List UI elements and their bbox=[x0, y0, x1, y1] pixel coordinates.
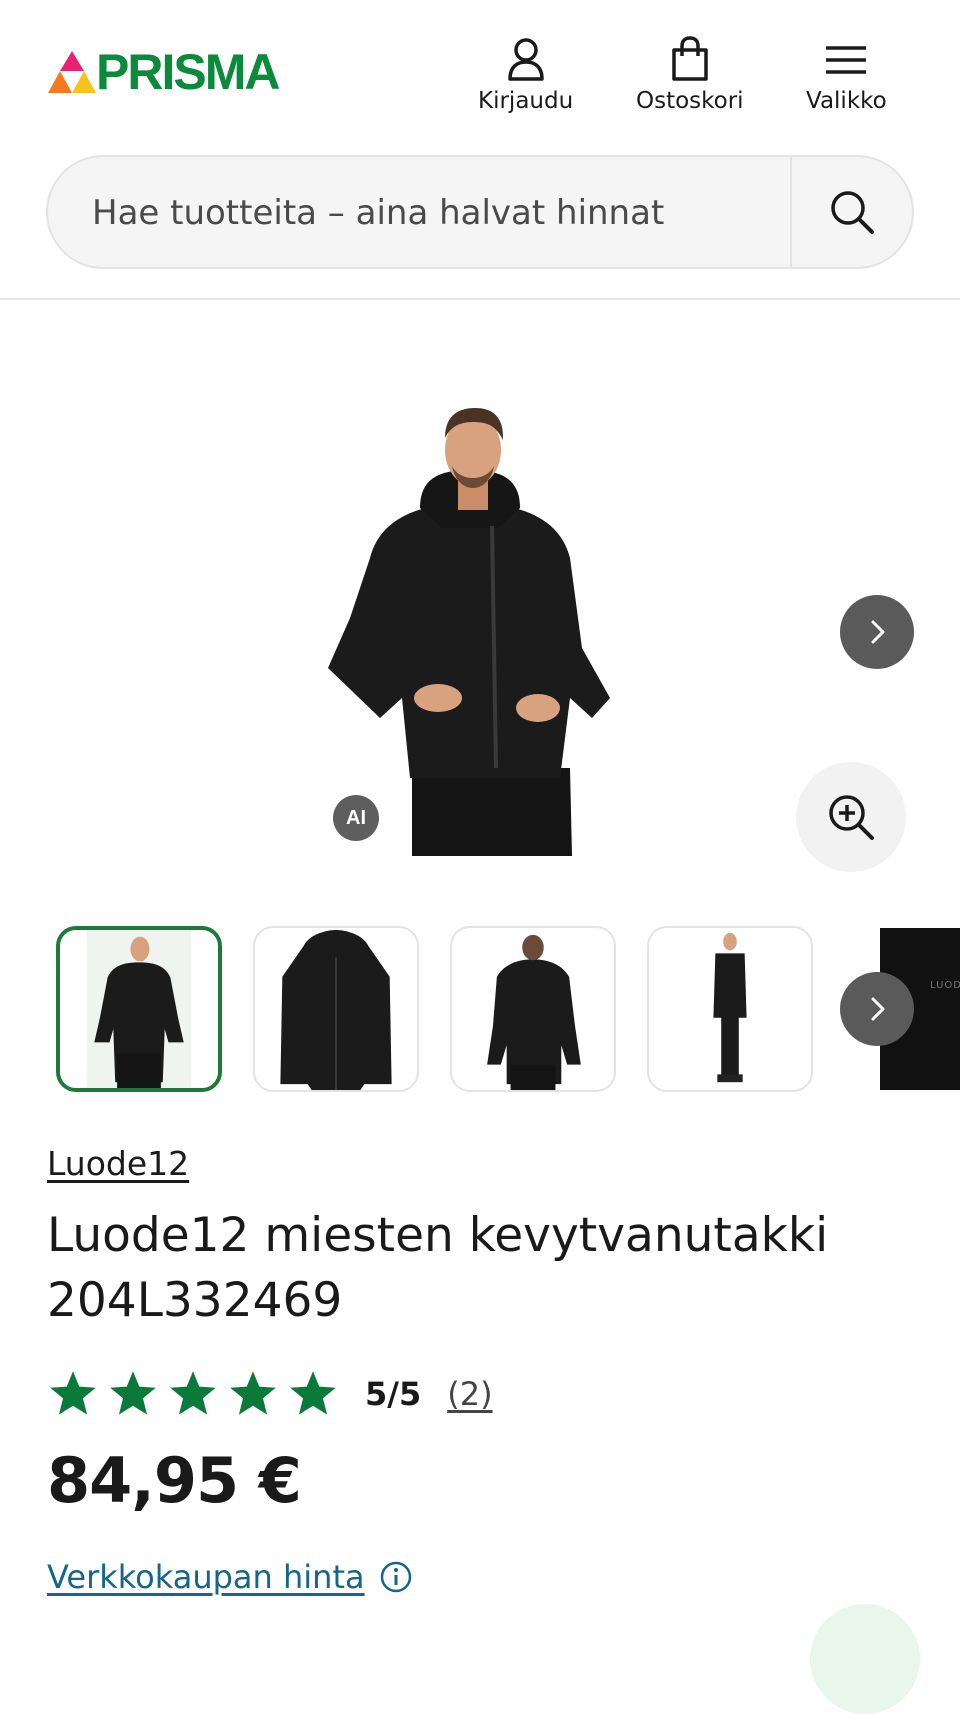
rating-score: 5/5 bbox=[365, 1375, 422, 1413]
info-icon[interactable] bbox=[379, 1560, 413, 1594]
product-price: 84,95 € bbox=[47, 1444, 302, 1517]
menu-label: Valikko bbox=[806, 88, 887, 114]
thumbnail-back-image bbox=[487, 934, 581, 1090]
thumbnail-front-image bbox=[86, 930, 192, 1088]
chat-bubble-button[interactable] bbox=[810, 1604, 920, 1714]
star-icon bbox=[110, 1371, 156, 1415]
search-input[interactable] bbox=[90, 179, 774, 247]
zoom-button[interactable] bbox=[796, 762, 906, 872]
search-bar bbox=[46, 155, 914, 269]
login-label: Kirjaudu bbox=[478, 88, 574, 114]
thumbnail-detail-text: LUODE bbox=[930, 980, 960, 991]
shopping-bag-icon bbox=[672, 36, 708, 81]
thumbnail-front[interactable] bbox=[56, 926, 222, 1092]
chevron-right-icon bbox=[871, 620, 885, 644]
user-icon bbox=[507, 38, 544, 81]
zoom-in-icon bbox=[829, 795, 874, 840]
review-count-link[interactable]: (2) bbox=[447, 1375, 492, 1413]
chevron-right-icon bbox=[871, 997, 885, 1021]
prisma-logo-mark-icon bbox=[48, 51, 96, 93]
cart-label: Ostoskori bbox=[636, 88, 744, 114]
search-icon bbox=[831, 191, 874, 234]
site-header: PRISMA Kirjaudu Ostoskori Valikko bbox=[0, 0, 960, 300]
rating-stars bbox=[47, 1368, 339, 1420]
prisma-logo[interactable]: PRISMA bbox=[46, 44, 280, 100]
rating: 5/5 (2) bbox=[47, 1366, 493, 1422]
thumbnail-jacket-image bbox=[280, 929, 392, 1090]
thumbnail-back[interactable] bbox=[450, 926, 616, 1092]
star-icon bbox=[290, 1371, 336, 1415]
search-button[interactable] bbox=[792, 157, 912, 267]
product-title: Luode12 miesten kevytvanutakki 204L33246… bbox=[47, 1208, 829, 1328]
star-icon bbox=[50, 1371, 96, 1415]
next-thumbnails-button[interactable] bbox=[840, 972, 914, 1046]
product-main-image[interactable] bbox=[320, 408, 620, 856]
brand-link[interactable]: Luode12 bbox=[47, 1144, 189, 1183]
thumbnail-side-image bbox=[713, 932, 747, 1083]
menu-icon bbox=[826, 46, 867, 74]
login-button[interactable]: Kirjaudu bbox=[478, 36, 573, 114]
star-icon bbox=[230, 1371, 276, 1415]
next-image-button[interactable] bbox=[840, 595, 914, 669]
ai-badge: AI bbox=[333, 795, 379, 841]
cart-button[interactable]: Ostoskori bbox=[636, 36, 744, 114]
price-note-link[interactable]: Verkkokaupan hinta bbox=[47, 1558, 365, 1596]
logo-text: PRISMA bbox=[96, 44, 280, 100]
price-note: Verkkokaupan hinta bbox=[47, 1558, 413, 1596]
thumbnail-jacket[interactable] bbox=[253, 926, 419, 1092]
star-icon bbox=[170, 1371, 216, 1415]
thumbnail-side[interactable] bbox=[647, 926, 813, 1092]
menu-button[interactable]: Valikko bbox=[806, 36, 887, 114]
thumbnail-strip: LUODE bbox=[56, 926, 960, 1094]
